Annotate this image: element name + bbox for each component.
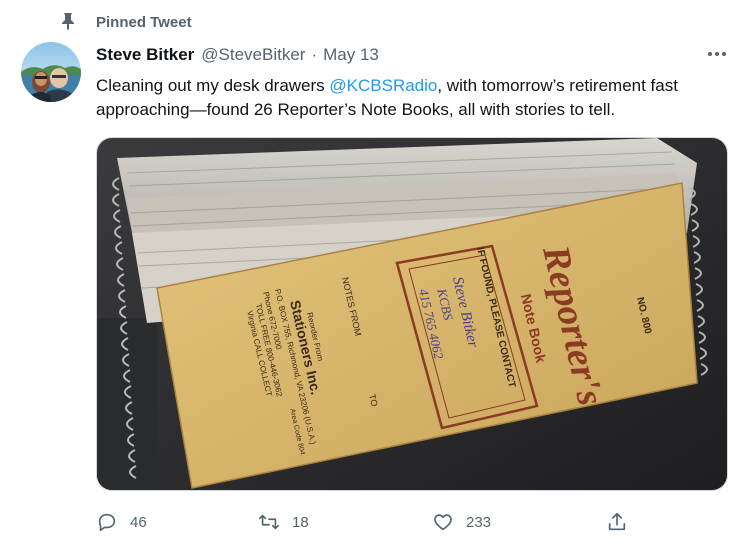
tweet-date[interactable]: May 13: [323, 45, 379, 65]
more-icon: [708, 52, 712, 56]
tweet-header: Steve Bitker @SteveBitker · May 13: [96, 44, 379, 66]
notebook-photo: Reporter's Note Book NO. 800 IF FOUND, P…: [97, 138, 727, 490]
tweet-photo[interactable]: Reporter's Note Book NO. 800 IF FOUND, P…: [96, 137, 728, 491]
header-separator: ·: [311, 45, 318, 64]
pin-icon: [62, 13, 74, 30]
pinned-label: Pinned Tweet: [96, 14, 192, 31]
mention-link[interactable]: @KCBSRadio: [329, 76, 437, 95]
tweet-text: Cleaning out my desk drawers @KCBSRadio,…: [96, 74, 736, 122]
reply-count: 46: [130, 513, 147, 531]
author-name[interactable]: Steve Bitker: [96, 45, 194, 65]
heart-icon: [434, 514, 452, 531]
author-handle[interactable]: @SteveBitker: [201, 45, 305, 65]
like-button[interactable]: 233: [432, 510, 491, 534]
reply-button[interactable]: 46: [96, 510, 147, 534]
avatar-photo: [21, 42, 81, 102]
more-options-button[interactable]: [704, 46, 730, 62]
share-button[interactable]: [606, 510, 628, 534]
retweet-count: 18: [292, 513, 309, 531]
tweet-actions: 46 18 233: [96, 510, 736, 534]
avatar[interactable]: [21, 42, 81, 102]
share-icon: [608, 512, 626, 531]
retweet-icon: [259, 514, 279, 530]
retweet-button[interactable]: 18: [258, 510, 309, 534]
tweet-text-part: Cleaning out my desk drawers: [96, 76, 330, 95]
reply-icon: [98, 513, 116, 532]
like-count: 233: [466, 513, 492, 531]
